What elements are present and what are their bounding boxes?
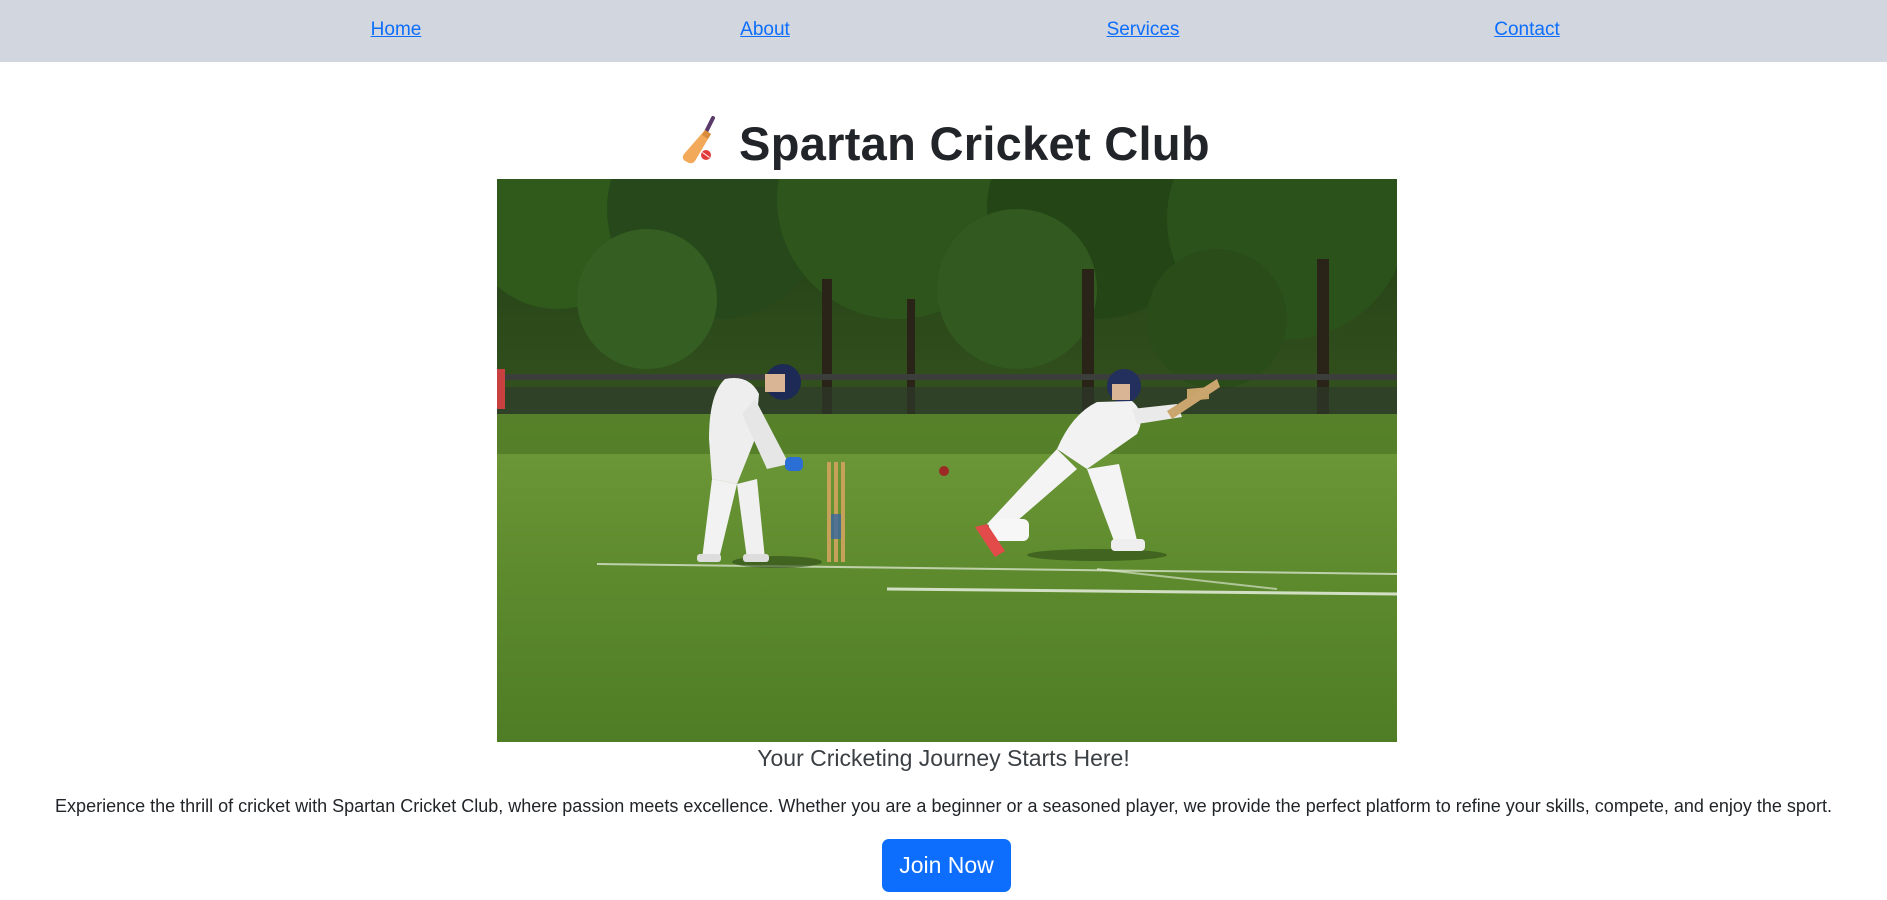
hero-tagline: Your Cricketing Journey Starts Here! <box>757 745 1130 771</box>
nav-link-contact[interactable]: Contact <box>1494 19 1559 41</box>
nav-link-about[interactable]: About <box>740 19 790 41</box>
hero-description: Experience the thrill of cricket with Sp… <box>55 796 1832 816</box>
join-now-button[interactable]: Join Now <box>882 839 1011 892</box>
page-title: Spartan Cricket Club <box>739 117 1210 170</box>
page-header: Spartan Cricket Club <box>0 115 1887 180</box>
cricket-match-photo <box>497 179 1397 742</box>
cricket-bat-icon <box>677 115 723 165</box>
top-navbar: Home About Services Contact <box>0 0 1887 62</box>
nav-link-services[interactable]: Services <box>1107 19 1180 41</box>
nav-link-home[interactable]: Home <box>371 19 422 41</box>
